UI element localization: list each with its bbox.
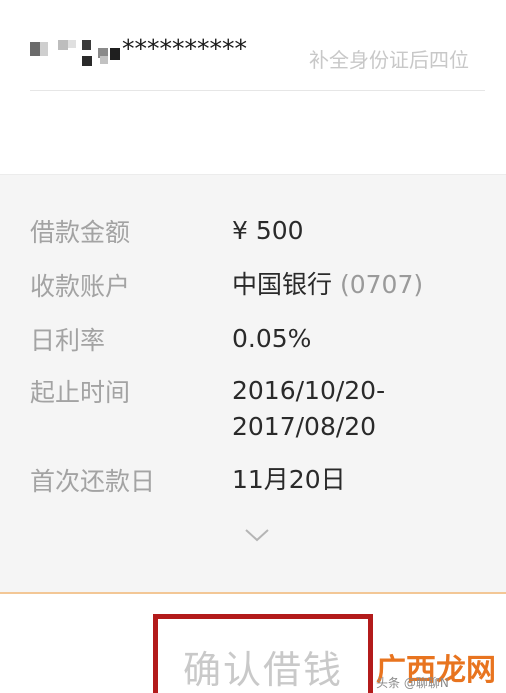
receiving-account-value: 中国银行 (0707) bbox=[232, 267, 423, 303]
confirm-borrow-label: 确认借钱 bbox=[183, 648, 344, 692]
accent-divider bbox=[0, 592, 506, 594]
loan-amount-value: ¥ 500 bbox=[232, 216, 304, 245]
bank-name: 中国银行 bbox=[232, 270, 333, 299]
masked-id-stars: ********** bbox=[122, 34, 247, 63]
confirm-borrow-button[interactable]: 确认借钱 bbox=[153, 614, 373, 693]
id-number-field[interactable]: ********** 补全身份证后四位 bbox=[30, 30, 485, 91]
masked-id-prefix-mosaic bbox=[30, 38, 122, 66]
watermark-source: 头条 @聊聊N bbox=[376, 676, 449, 690]
id-suffix-placeholder: 补全身份证后四位 bbox=[309, 48, 469, 72]
daily-rate-value: 0.05% bbox=[232, 324, 312, 353]
first-repayment-label: 首次还款日 bbox=[30, 467, 156, 496]
loan-details-panel: 借款金额 ¥ 500 收款账户 中国银行 (0707) 日利率 0.05% 起止… bbox=[0, 174, 506, 593]
account-tail: (0707) bbox=[339, 270, 424, 299]
receiving-account-label: 收款账户 bbox=[30, 272, 131, 301]
chevron-down-icon[interactable] bbox=[244, 527, 270, 543]
first-repayment-value: 11月20日 bbox=[232, 465, 346, 494]
loan-period-end: 2017/08/20 bbox=[232, 412, 377, 441]
loan-confirm-screen: ********** 补全身份证后四位 借款金额 ¥ 500 收款账户 中国银行… bbox=[0, 0, 506, 693]
loan-period-start: 2016/10/20- bbox=[232, 376, 386, 405]
loan-period-label: 起止时间 bbox=[30, 378, 131, 407]
daily-rate-label: 日利率 bbox=[30, 326, 106, 355]
loan-amount-label: 借款金额 bbox=[30, 218, 131, 247]
